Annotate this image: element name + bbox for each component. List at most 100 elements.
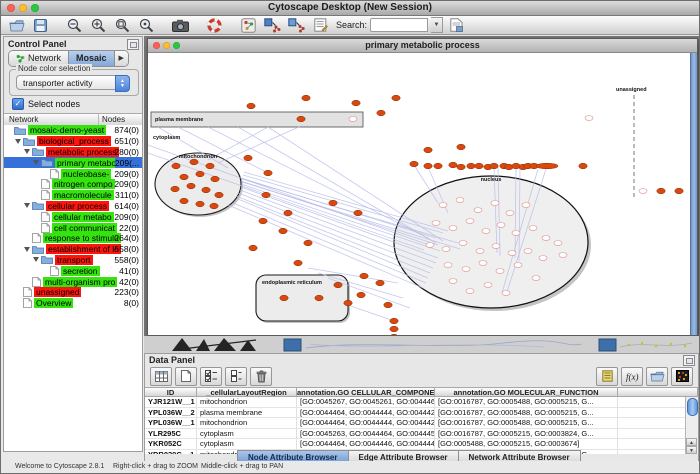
network-node[interactable] xyxy=(474,208,482,213)
network-node[interactable] xyxy=(482,229,490,234)
disclosure-triangle-icon[interactable] xyxy=(33,160,39,165)
network-node[interactable] xyxy=(390,334,398,335)
network-node[interactable] xyxy=(542,236,550,241)
network-node[interactable] xyxy=(196,171,204,177)
overview-icon[interactable] xyxy=(238,17,259,34)
table-cell-region[interactable]: plasma membrane xyxy=(197,408,297,418)
table-cell-id[interactable]: YPL036W__2 xyxy=(145,408,197,418)
scroll-down-icon[interactable]: ▼ xyxy=(686,446,697,454)
network-node[interactable] xyxy=(390,326,398,332)
network-node[interactable] xyxy=(424,163,432,169)
network-node[interactable] xyxy=(360,273,368,279)
table-cell-function[interactable]: [GO:0016787, GO:0005488, GO:0005215, G..… xyxy=(435,397,618,407)
network-node[interactable] xyxy=(506,211,514,216)
table-cell-function[interactable]: [GO:0016787, GO:0005488, GO:0005215, G..… xyxy=(435,408,618,418)
network-node[interactable] xyxy=(187,183,195,189)
layout-region-alt-icon[interactable] xyxy=(286,17,307,34)
network-node[interactable] xyxy=(466,289,474,294)
network-node[interactable] xyxy=(459,241,467,246)
tree-row[interactable]: metabolic process280(0) xyxy=(4,147,142,158)
network-node[interactable] xyxy=(579,163,587,169)
network-node[interactable] xyxy=(215,192,223,198)
open-attribute-icon[interactable] xyxy=(646,367,668,386)
network-node[interactable] xyxy=(529,226,537,231)
tree-row[interactable]: multi-organism pro42(0) xyxy=(4,276,142,287)
table-scrollbar[interactable]: ▲ ▼ xyxy=(685,397,698,454)
table-cell-region[interactable]: cytoplasm xyxy=(197,439,297,449)
network-node[interactable] xyxy=(457,144,465,150)
network-node[interactable] xyxy=(376,280,384,286)
tree-header-network[interactable]: Network xyxy=(4,114,98,125)
network-node[interactable] xyxy=(449,226,457,231)
network-node[interactable] xyxy=(392,95,400,101)
tree-row[interactable]: Overview8(0) xyxy=(4,298,142,309)
table-row[interactable]: YKR052Ccytoplasm[GO:0044464, GO:0044446,… xyxy=(145,439,686,450)
more-tabs-icon[interactable]: ▶ xyxy=(114,51,128,66)
table-cell-component[interactable]: [GO:0044464, GO:0044444, GO:0044425, G..… xyxy=(297,408,435,418)
tree-row[interactable]: mosaic-demo-yeast874(0) xyxy=(4,125,142,136)
select-nodes-checkbox[interactable]: ✓ xyxy=(12,98,24,110)
table-cell-function[interactable]: [GO:0016787, GO:0005488, GO:0005215, G..… xyxy=(435,418,618,428)
save-icon[interactable] xyxy=(30,17,51,34)
network-node[interactable] xyxy=(206,163,214,169)
network-node[interactable] xyxy=(190,159,198,165)
tree-row[interactable]: response to stimulu264(0) xyxy=(4,233,142,244)
disclosure-triangle-icon[interactable] xyxy=(33,257,39,262)
tree-header-nodes[interactable]: Nodes xyxy=(98,114,142,125)
table-cell-region[interactable]: mitochondrion xyxy=(197,418,297,428)
unselect-attributes-icon[interactable] xyxy=(225,367,247,386)
network-node[interactable] xyxy=(344,300,352,306)
table-column-header[interactable]: _cellularLayoutRegion xyxy=(197,387,297,397)
network-node[interactable] xyxy=(294,260,302,266)
matrix-icon[interactable] xyxy=(671,367,693,386)
network-node[interactable] xyxy=(354,210,362,216)
tree-row[interactable]: cellular process614(0) xyxy=(4,201,142,212)
table-cell-component[interactable]: [GO:0044464, GO:0044446, GO:0044444, G..… xyxy=(297,439,435,449)
network-node[interactable] xyxy=(539,256,547,261)
network-edge[interactable] xyxy=(238,127,436,243)
scrollbar-thumb[interactable] xyxy=(687,398,698,416)
network-node[interactable] xyxy=(522,203,530,208)
formula-icon[interactable]: f(x) xyxy=(621,367,643,386)
network-node[interactable] xyxy=(559,253,567,258)
table-cell-id[interactable]: YLR295C xyxy=(145,429,197,439)
select-attributes-icon[interactable] xyxy=(200,367,222,386)
network-node[interactable] xyxy=(554,241,562,246)
network-node[interactable] xyxy=(259,218,267,224)
table-column-header[interactable]: annotation.GO MOLECULAR_FUNCTION xyxy=(435,387,618,397)
table-row[interactable]: YPL036W__1mitochondrion[GO:0044464, GO:0… xyxy=(145,418,686,429)
network-node[interactable] xyxy=(410,161,418,167)
zoom-in-icon[interactable] xyxy=(88,17,109,34)
network-node[interactable] xyxy=(302,95,310,101)
network-node[interactable] xyxy=(202,187,210,193)
network-node[interactable] xyxy=(508,251,516,256)
table-column-header[interactable]: ID xyxy=(145,387,197,397)
network-node[interactable] xyxy=(536,163,558,169)
network-node[interactable] xyxy=(297,116,305,122)
network-node[interactable] xyxy=(180,198,188,204)
tree-row[interactable]: secretion41(0) xyxy=(4,265,142,276)
network-node[interactable] xyxy=(492,244,500,249)
scroll-up-icon[interactable]: ▲ xyxy=(686,438,697,446)
tree-row[interactable]: primary metabo209(... xyxy=(4,157,142,168)
network-node[interactable] xyxy=(467,163,475,169)
help-icon[interactable] xyxy=(204,17,225,34)
network-node[interactable] xyxy=(211,176,219,182)
network-node[interactable] xyxy=(479,261,487,266)
network-node[interactable] xyxy=(490,163,498,169)
network-edge[interactable] xyxy=(268,127,443,241)
float-data-panel-icon[interactable] xyxy=(683,355,695,366)
network-canvas[interactable]: plasma membranecytoplasmmitochondrionnuc… xyxy=(148,53,697,335)
network-node[interactable] xyxy=(210,203,218,209)
table-row[interactable]: YJR121W__1mitochondrion[GO:0045267, GO:0… xyxy=(145,397,686,408)
search-dropdown-icon[interactable]: ▼ xyxy=(431,17,443,33)
network-node[interactable] xyxy=(315,295,323,301)
network-node[interactable] xyxy=(352,100,360,106)
network-node[interactable] xyxy=(280,295,288,301)
network-node[interactable] xyxy=(264,170,272,176)
table-cell-region[interactable]: mitochondrion xyxy=(197,397,297,407)
dropdown-stepper-icon[interactable]: ▲▼ xyxy=(115,75,130,92)
network-node[interactable] xyxy=(442,247,450,252)
network-node[interactable] xyxy=(502,291,510,296)
network-node[interactable] xyxy=(475,163,483,169)
